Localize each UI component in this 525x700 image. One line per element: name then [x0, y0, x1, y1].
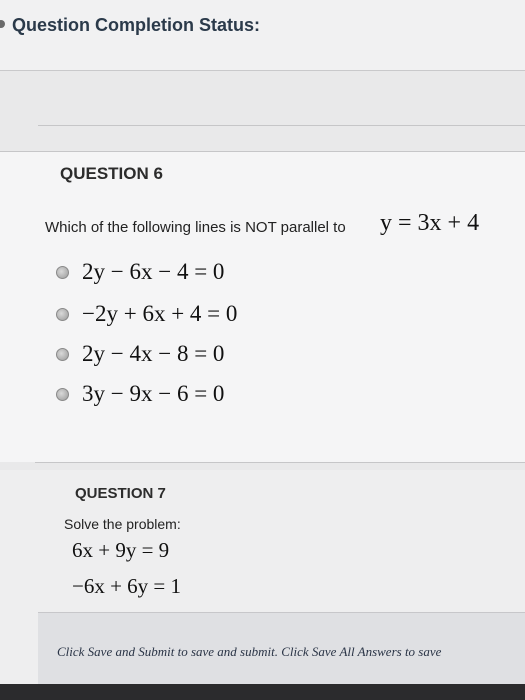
- submit-instructions-text: Click Save and Submit to save and submit…: [57, 644, 442, 659]
- question-prompt: Solve the problem:: [64, 516, 181, 532]
- option-label: 2y − 6x − 4 = 0: [82, 259, 225, 284]
- option-label: 3y − 9x − 6 = 0: [82, 381, 225, 406]
- radio-button[interactable]: [56, 265, 69, 279]
- bullet-icon: [0, 20, 5, 28]
- equation: −6x + 6y = 1: [72, 574, 182, 598]
- question-completion-status-bar: Question Completion Status:: [0, 0, 525, 71]
- answer-option[interactable]: 2y − 4x − 8 = 0: [56, 338, 224, 370]
- bottom-bar: [0, 684, 525, 700]
- question-heading: QUESTION 6: [60, 164, 163, 183]
- question-prompt: Which of the following lines is NOT para…: [45, 219, 346, 236]
- question-heading: QUESTION 7: [75, 485, 166, 502]
- submit-instructions-box: Click Save and Submit to save and submit…: [38, 612, 525, 685]
- answer-option[interactable]: −2y + 6x + 4 = 0: [56, 298, 237, 330]
- radio-button[interactable]: [56, 307, 69, 321]
- status-title[interactable]: Question Completion Status:: [12, 15, 260, 36]
- radio-button[interactable]: [56, 387, 69, 401]
- option-label: 2y − 4x − 8 = 0: [82, 341, 225, 366]
- divider: [35, 462, 525, 463]
- prompt-equation: y = 3x + 4: [380, 210, 480, 236]
- option-label: −2y + 6x + 4 = 0: [82, 301, 238, 326]
- answer-option[interactable]: 3y − 9x − 6 = 0: [56, 378, 224, 410]
- question-6-panel: QUESTION 6 Which of the following lines …: [0, 152, 525, 462]
- answer-option[interactable]: 2y − 6x − 4 = 0: [56, 256, 224, 288]
- divider: [38, 125, 525, 126]
- radio-button[interactable]: [56, 347, 69, 361]
- equation: 6x + 9y = 9: [72, 538, 170, 562]
